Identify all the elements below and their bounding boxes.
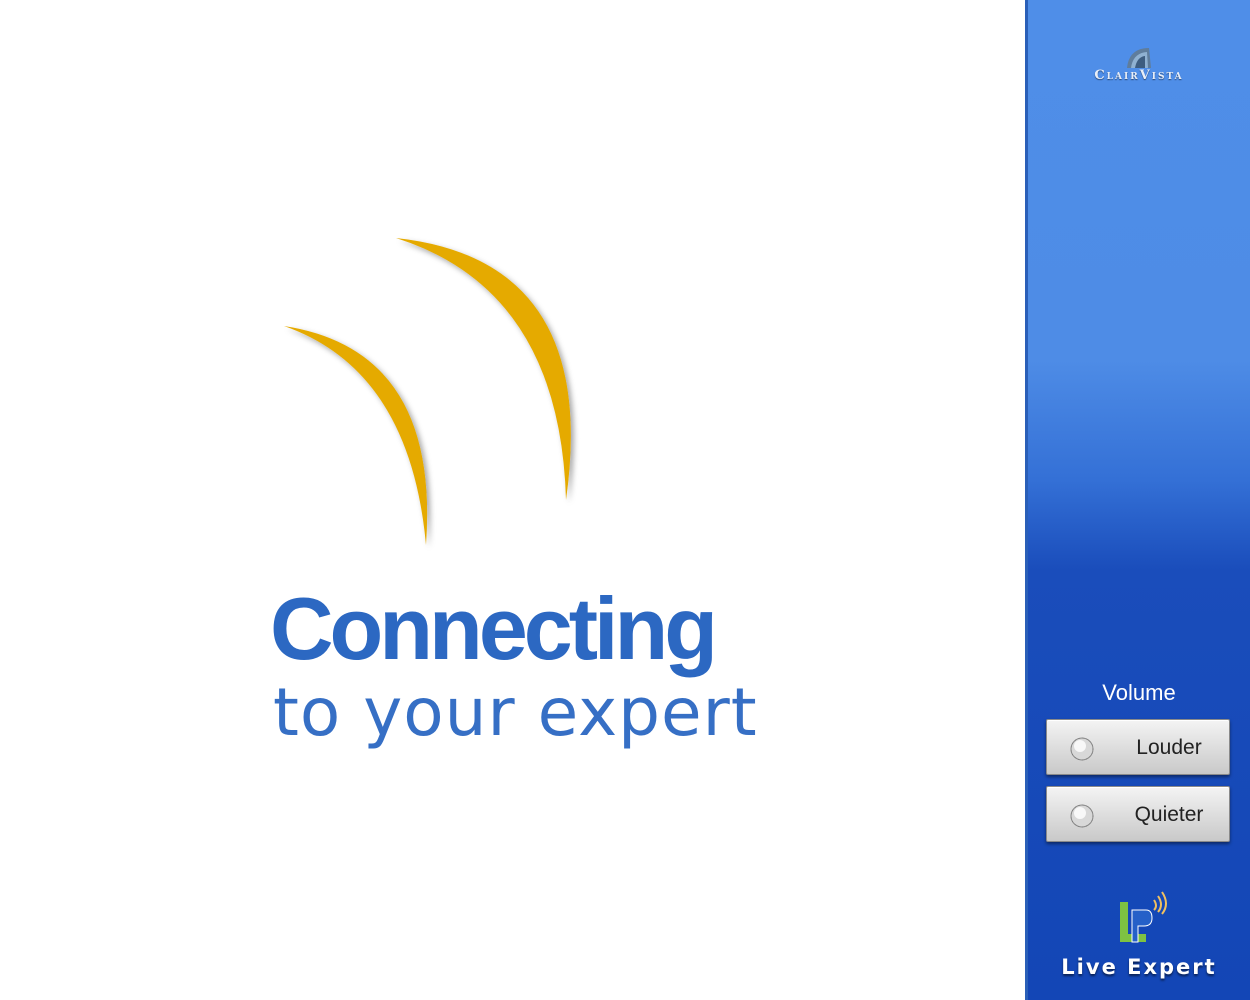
live-expert-logo-icon bbox=[1120, 891, 1167, 943]
quieter-label: Quieter bbox=[1134, 803, 1204, 826]
volume-knob-icon bbox=[1070, 804, 1094, 828]
volume-label: Volume bbox=[1102, 680, 1176, 705]
product-name: Live Expert bbox=[1061, 955, 1217, 979]
signal-arcs-icon bbox=[284, 238, 571, 545]
connecting-title: Connecting bbox=[270, 579, 718, 678]
brand-name: ClairVista bbox=[1094, 68, 1184, 83]
clairvista-logo-icon bbox=[1127, 48, 1151, 68]
main-panel: Connecting to your expert bbox=[0, 0, 1025, 1000]
connecting-subtitle: to your expert bbox=[273, 674, 758, 751]
sidebar: ClairVista Volume Louder Quieter Live Ex… bbox=[1025, 0, 1250, 1000]
louder-button[interactable]: Louder bbox=[1046, 719, 1230, 775]
volume-knob-icon bbox=[1070, 737, 1094, 761]
louder-label: Louder bbox=[1136, 736, 1202, 759]
quieter-button[interactable]: Quieter bbox=[1046, 786, 1230, 842]
brand-logo: ClairVista bbox=[1028, 44, 1250, 83]
